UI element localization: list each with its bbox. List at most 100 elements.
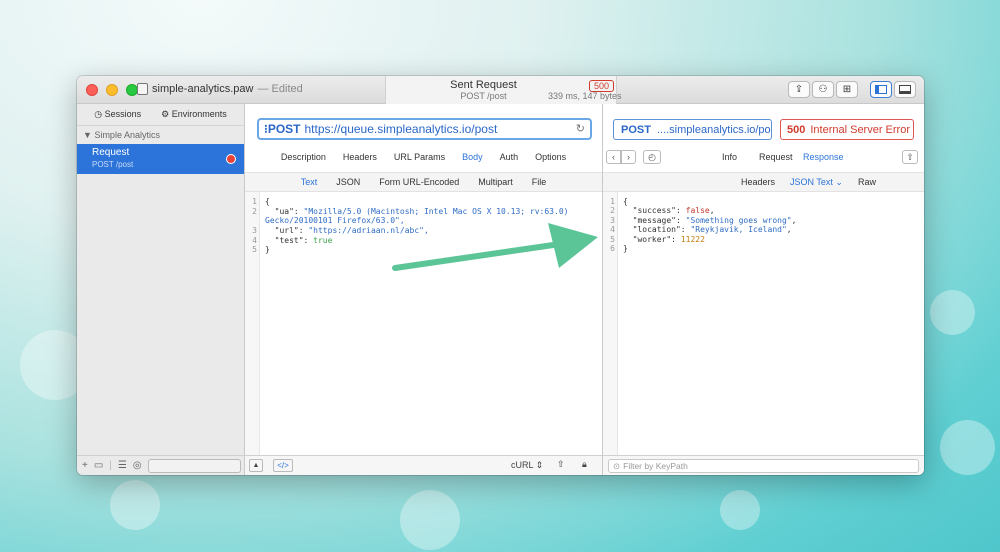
back-icon[interactable]: ‹ (606, 150, 621, 164)
bottom-panel-icon (899, 85, 911, 94)
tab-url-params[interactable]: URL Params (394, 152, 445, 166)
code-line: { (265, 197, 270, 206)
json-key: "location": (632, 225, 691, 234)
sidebar-icon (875, 85, 887, 94)
export-icon: ⇪ (794, 84, 804, 95)
body-tab-file[interactable]: File (532, 177, 547, 187)
tab-headers[interactable]: Headers (343, 152, 377, 166)
environment-icon: ⚙ (161, 109, 170, 119)
view-tab-raw[interactable]: Raw (858, 177, 876, 187)
json-value: "Mozilla/5.0 (Macintosh; Intel Mac OS X … (303, 207, 569, 216)
minimize-button[interactable] (106, 84, 118, 96)
response-bottom-bar: ⊙ Filter by KeyPath (603, 455, 924, 475)
response-status-text: Internal Server Error (810, 123, 911, 136)
method-selector[interactable]: ⁝POST (264, 122, 301, 136)
tab-request[interactable]: Request (759, 152, 793, 162)
tab-environments[interactable]: ⚙ Environments (161, 109, 227, 120)
request-status: Sent Request POST /post 500 339 ms, 147 … (385, 76, 622, 104)
body-tab-json[interactable]: JSON (336, 177, 360, 187)
json-punct: , (709, 206, 715, 215)
group-label: Simple Analytics (94, 130, 160, 140)
sidebar-group[interactable]: ▼ Simple Analytics (77, 126, 244, 144)
body-tab-form[interactable]: Form URL-Encoded (379, 177, 459, 187)
line-number: 4 (610, 225, 615, 234)
sort-icon[interactable]: ☰ (118, 460, 127, 471)
extensions-button[interactable]: ⊞ (836, 81, 858, 98)
bokeh-bubble (940, 420, 995, 475)
tab-environments-label: Environments (171, 109, 227, 119)
response-status-code: 500 (787, 123, 806, 136)
share-response-icon[interactable]: ⇧ (902, 150, 918, 164)
response-nav: ‹ › ◴ Info Request Response ⇧ (603, 150, 924, 166)
document-name: simple-analytics.paw (152, 83, 254, 95)
tab-sessions[interactable]: ◷ Sessions (94, 109, 141, 120)
cookie-icon: ⚇ (818, 84, 828, 95)
json-punct: , (791, 216, 797, 225)
tab-auth[interactable]: Auth (500, 152, 519, 166)
add-icon[interactable]: + (82, 460, 88, 471)
bokeh-bubble (110, 480, 160, 530)
line-number: 2 (610, 206, 615, 215)
code-line: "test": true (265, 236, 333, 246)
view-tab-json-text[interactable]: JSON Text ⌄ (790, 177, 843, 188)
new-folder-icon[interactable]: ▭ (94, 460, 103, 471)
cookies-button[interactable]: ⚇ (812, 81, 834, 98)
collapse-up-icon[interactable]: ▲ (249, 459, 263, 472)
sidebar-bottom-bar: + ▭ | ☰ ◎ (77, 455, 245, 475)
disclosure-triangle-icon: ▼ (83, 130, 92, 140)
body-tab-multipart[interactable]: Multipart (478, 177, 513, 187)
keypath-filter-input[interactable]: ⊙ Filter by KeyPath (608, 459, 919, 473)
tab-options[interactable]: Options (535, 152, 566, 166)
filter-icon: ⊙ (613, 460, 621, 471)
app-window: simple-analytics.paw — Edited Sent Reque… (77, 76, 924, 475)
export-button[interactable]: ⇪ (788, 81, 810, 98)
code-line: "success": false, (623, 206, 715, 216)
response-url[interactable]: POST ....simpleanalytics.io/post (613, 119, 772, 140)
line-number: 2 (252, 207, 257, 216)
tab-description[interactable]: Description (281, 152, 326, 166)
sidebar-filter-input[interactable] (147, 458, 241, 473)
json-punct: , (786, 225, 792, 234)
code-generator-icon[interactable]: </> (273, 459, 293, 472)
request-title: Request (92, 147, 130, 158)
forward-icon[interactable]: › (621, 150, 636, 164)
json-value: "Reykjavik, Iceland" (690, 225, 787, 234)
sidebar-item-request[interactable]: Request POST /post (77, 144, 244, 174)
tab-body[interactable]: Body (462, 152, 483, 166)
share-icon[interactable]: ⇧ (557, 459, 565, 470)
code-format-select[interactable]: cURL ⇕ (511, 460, 543, 471)
line-number: 3 (252, 226, 257, 235)
chevron-updown-icon: ⇕ (535, 460, 544, 470)
code-format-label: cURL (511, 460, 534, 470)
toggle-sidebar-button[interactable] (870, 81, 892, 98)
url-input[interactable]: https://queue.simpleanalytics.io/post (305, 122, 498, 136)
view-tab-json-text-label: JSON Text (790, 176, 833, 187)
chevron-down-icon: ⌄ (835, 176, 843, 187)
refresh-icon[interactable]: ↻ (576, 122, 585, 135)
json-key: "success": (632, 206, 686, 215)
code-line: } (265, 245, 270, 254)
code-line: "worker": 11222 (623, 235, 705, 245)
toggle-bottom-panel-button[interactable] (894, 81, 916, 98)
tab-response[interactable]: Response (803, 152, 844, 162)
sidebar-tabs: ◷ Sessions ⚙ Environments (77, 104, 244, 126)
response-status[interactable]: 500 Internal Server Error (780, 119, 914, 140)
body-tab-text[interactable]: Text (301, 177, 318, 187)
bokeh-bubble (930, 290, 975, 335)
code-line: "location": "Reykjavik, Iceland", (623, 225, 792, 235)
json-value: "Something goes wrong" (685, 216, 792, 225)
line-number: 6 (610, 244, 615, 253)
bokeh-bubble (720, 490, 760, 530)
json-value: "https://adriaan.nl/abc", (308, 226, 429, 235)
lock-icon[interactable]: 🔒︎ (582, 459, 587, 470)
filter-circle-icon[interactable]: ◎ (133, 460, 142, 471)
code-line: "url": "https://adriaan.nl/abc", (265, 226, 429, 236)
history-icon[interactable]: ◴ (643, 150, 661, 164)
url-bar[interactable]: ⁝POST https://queue.simpleanalytics.io/p… (257, 118, 592, 140)
bokeh-bubble (400, 490, 460, 550)
tab-info[interactable]: Info (722, 152, 737, 162)
request-bottom-bar: ▲ </> cURL ⇕ ⇧ 🔒︎ (245, 455, 602, 475)
view-tab-headers[interactable]: Headers (741, 177, 775, 187)
close-button[interactable] (86, 84, 98, 96)
json-value: false (685, 206, 710, 215)
